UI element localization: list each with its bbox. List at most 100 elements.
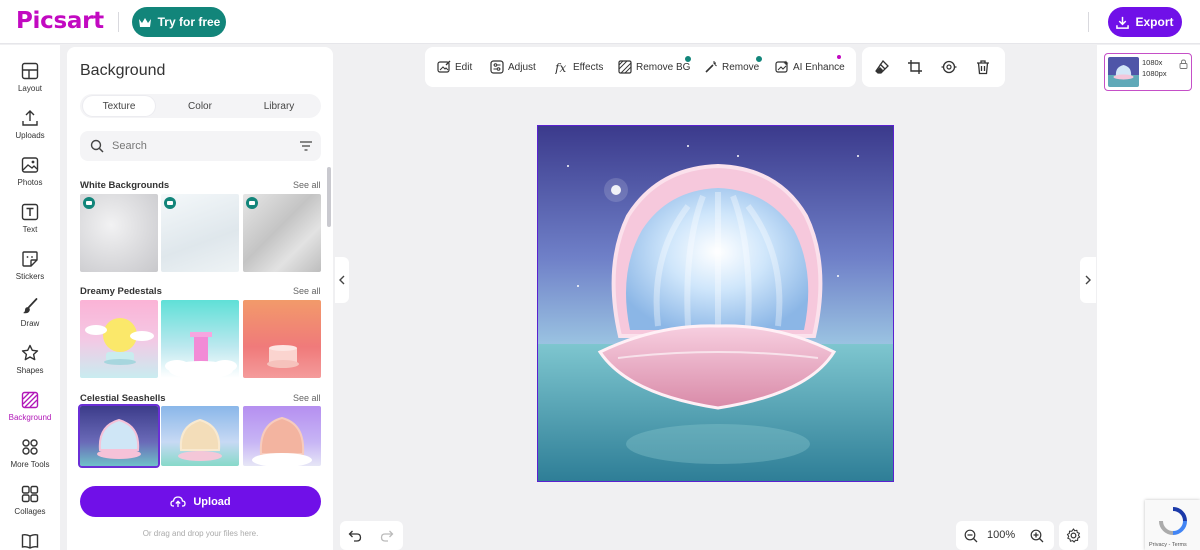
edit-icon: [437, 60, 451, 73]
left-rail: Layout Uploads Photos Text Stickers Draw…: [0, 45, 60, 550]
remove-tool[interactable]: Remove: [704, 59, 759, 75]
white-texture-thumbnail[interactable]: [80, 194, 158, 272]
rail-item-text[interactable]: Text: [0, 200, 60, 246]
sticker-icon: [22, 251, 38, 267]
filter-icon[interactable]: [299, 140, 313, 152]
replace-icon[interactable]: [941, 59, 957, 75]
rail-item-layout[interactable]: Layout: [0, 59, 60, 105]
panel-title: Background: [80, 62, 166, 79]
export-label: Export: [1135, 15, 1174, 29]
panel-scrollbar[interactable]: [327, 167, 331, 227]
expand-layers-button[interactable]: [1080, 257, 1096, 303]
background-icon: [21, 391, 39, 409]
rail-item-label: Shapes: [16, 366, 44, 375]
rail-item-uploads[interactable]: Uploads: [0, 106, 60, 152]
seashell-illustration: [178, 418, 222, 461]
lock-icon[interactable]: [1179, 59, 1188, 69]
pedestal-illustration: [165, 332, 237, 378]
star-icon: [21, 344, 39, 361]
layers-panel: 1080x 1080px: [1097, 45, 1200, 550]
recaptcha-links[interactable]: Privacy - Terms: [1149, 542, 1187, 548]
try-for-free-button[interactable]: Try for free: [132, 7, 226, 37]
effects-tool[interactable]: fx Effects: [555, 59, 603, 75]
effects-fx-icon: fx: [555, 61, 566, 74]
edit-tool[interactable]: Edit: [437, 59, 472, 75]
rail-item-book[interactable]: [0, 529, 60, 550]
white-texture-thumbnail[interactable]: [161, 194, 239, 272]
rail-item-draw[interactable]: Draw: [0, 294, 60, 340]
tab-color[interactable]: Color: [164, 94, 236, 118]
recaptcha-badge[interactable]: Privacy - Terms: [1145, 500, 1200, 550]
undo-icon[interactable]: [348, 529, 362, 542]
upload-label: Upload: [193, 495, 231, 508]
celestial-seashell-thumbnail[interactable]: [161, 406, 239, 466]
page-preview: [1108, 57, 1139, 87]
object-toolbar: [862, 47, 1005, 87]
search-icon: [90, 139, 104, 153]
premium-badge-icon: [684, 55, 692, 63]
zoom-out-icon[interactable]: [964, 529, 978, 543]
picsart-logo[interactable]: Picsart: [16, 8, 104, 34]
search-input[interactable]: [112, 137, 292, 155]
tab-texture[interactable]: Texture: [83, 96, 155, 116]
premium-badge-icon: [755, 55, 763, 63]
pedestal-illustration: [267, 345, 299, 368]
dreamy-pedestal-thumbnail[interactable]: [161, 300, 239, 378]
celestial-seashell-thumbnail[interactable]: [78, 404, 160, 468]
eraser-icon[interactable]: [874, 59, 890, 75]
tab-library[interactable]: Library: [243, 94, 315, 118]
dreamy-pedestal-thumbnail[interactable]: [243, 300, 321, 378]
dreamy-pedestal-thumbnail[interactable]: [80, 300, 158, 378]
rail-item-more-tools[interactable]: More Tools: [0, 435, 60, 481]
see-all-link[interactable]: See all: [293, 393, 321, 403]
section-title: Celestial Seashells: [80, 393, 166, 404]
see-all-link[interactable]: See all: [293, 180, 321, 190]
rail-item-label: Layout: [17, 84, 43, 93]
tool-label: Remove BG: [636, 61, 691, 73]
premium-badge-icon: [164, 197, 176, 209]
zoom-controls: 100%: [956, 521, 1054, 550]
collapse-panel-button[interactable]: [335, 257, 349, 303]
rail-item-collages[interactable]: Collages: [0, 482, 60, 528]
export-button[interactable]: Export: [1108, 7, 1182, 37]
premium-badge-icon: [83, 197, 95, 209]
crop-icon[interactable]: [907, 59, 923, 75]
upload-button[interactable]: Upload: [80, 486, 321, 517]
chevron-right-icon: [1085, 275, 1091, 285]
photo-icon: [21, 157, 39, 173]
grid-icon: [22, 439, 38, 455]
ai-enhance-tool[interactable]: AI Enhance: [775, 59, 845, 75]
tool-label: Remove: [722, 61, 760, 73]
try-for-free-label: Try for free: [157, 15, 221, 29]
rail-item-background[interactable]: Background: [0, 388, 60, 434]
rail-item-label: More Tools: [10, 460, 50, 469]
design-canvas[interactable]: [537, 125, 894, 482]
adjust-tool[interactable]: Adjust: [490, 59, 536, 75]
zoom-in-icon[interactable]: [1030, 529, 1044, 543]
divider: [1088, 12, 1089, 32]
search-box: [80, 131, 321, 161]
see-all-link[interactable]: See all: [293, 286, 321, 296]
rail-item-photos[interactable]: Photos: [0, 153, 60, 199]
tool-label: Adjust: [508, 61, 536, 73]
download-icon: [1116, 16, 1130, 29]
recaptcha-logo-icon: [1159, 507, 1187, 535]
rail-item-stickers[interactable]: Stickers: [0, 247, 60, 293]
tool-label: Effects: [573, 61, 604, 73]
celestial-seashell-thumbnail[interactable]: [243, 406, 321, 466]
white-texture-thumbnail[interactable]: [243, 194, 321, 272]
zoom-level[interactable]: 100%: [987, 529, 1015, 541]
pedestal-illustration: [85, 318, 154, 365]
trash-icon[interactable]: [975, 59, 991, 75]
remove-bg-tool[interactable]: Remove BG: [618, 59, 690, 75]
seashell-illustration: [252, 416, 312, 466]
rail-item-shapes[interactable]: Shapes: [0, 341, 60, 387]
redo-icon[interactable]: [380, 529, 394, 542]
remove-wand-icon: [705, 61, 717, 73]
collage-icon: [21, 485, 39, 503]
page-thumbnail[interactable]: 1080x 1080px: [1104, 53, 1192, 91]
brush-icon: [23, 298, 38, 314]
settings-button[interactable]: [1059, 521, 1088, 550]
rail-item-label: Stickers: [15, 272, 45, 281]
background-panel: Background Texture Color Library White B…: [67, 47, 333, 550]
